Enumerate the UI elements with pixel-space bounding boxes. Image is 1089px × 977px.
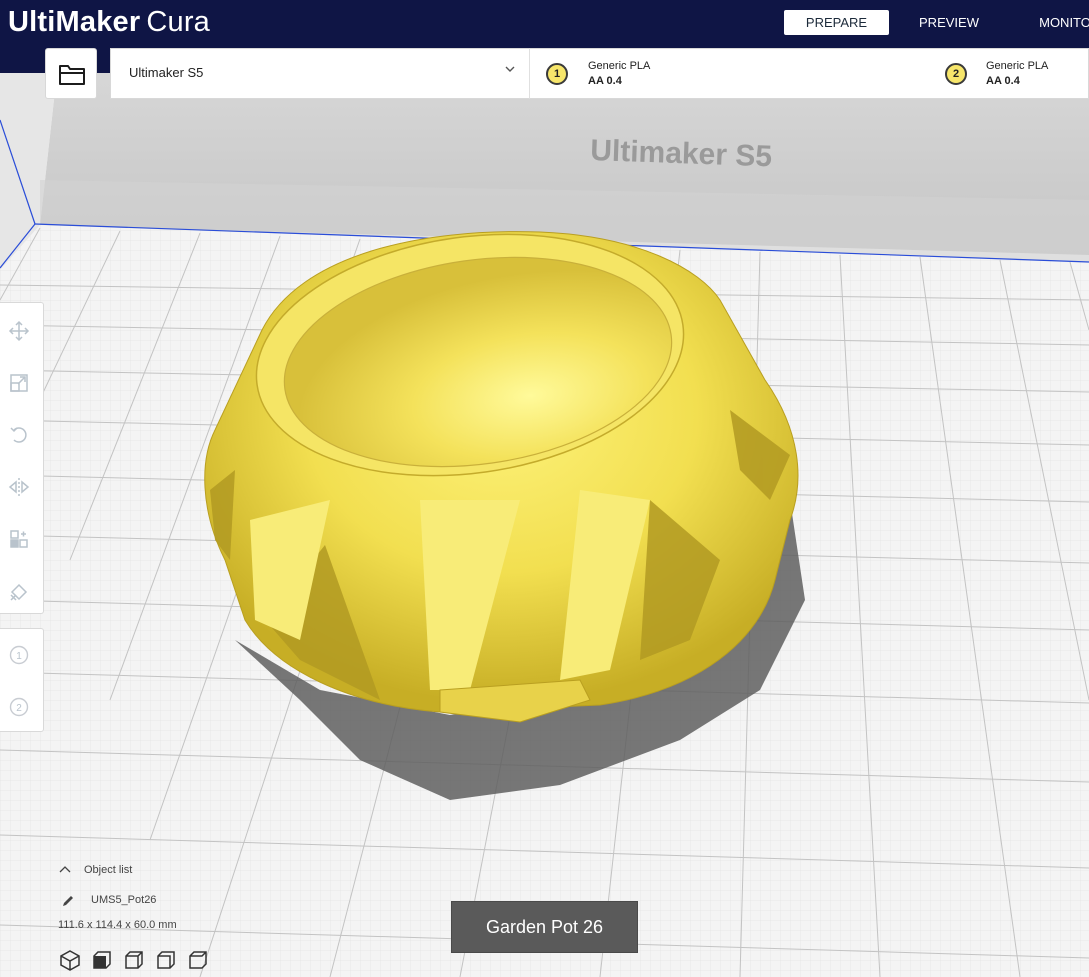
chevron-down-icon [505, 66, 515, 72]
top-view-icon[interactable] [122, 948, 146, 972]
svg-text:2: 2 [16, 703, 22, 714]
printer-bed-label: Ultimaker S5 [590, 134, 773, 173]
svg-text:1: 1 [16, 651, 22, 662]
extruder-2-tool[interactable]: 2 [8, 696, 30, 718]
front-view-icon[interactable] [90, 948, 114, 972]
right-view-icon[interactable] [186, 948, 210, 972]
left-view-icon[interactable] [154, 948, 178, 972]
extruder-2-core: AA 0.4 [986, 75, 1020, 87]
tab-prepare[interactable]: PREPARE [784, 10, 889, 35]
per-model-settings-icon[interactable] [8, 528, 30, 550]
header-bar: UltiMaker Cura PREPARE PREVIEW MONITO [0, 0, 1089, 46]
object-list-toggle[interactable]: Object list [58, 862, 228, 880]
extruder-1-tool[interactable]: 1 [8, 644, 30, 666]
brand-product: Cura [146, 6, 211, 38]
tab-monitor[interactable]: MONITO [1030, 10, 1089, 35]
mirror-icon[interactable] [8, 476, 30, 498]
tool-panel [0, 302, 44, 614]
move-icon[interactable] [8, 320, 30, 342]
extruder-1-material: Generic PLA [588, 60, 651, 72]
tab-preview[interactable]: PREVIEW [908, 10, 990, 35]
object-dimensions: 111.6 x 114.4 x 60.0 mm [58, 919, 177, 931]
object-name: UMS5_Pot26 [91, 894, 157, 906]
model-name-tooltip: Garden Pot 26 [451, 901, 638, 953]
build-plate-scene: Ultimaker S5 [0, 46, 1089, 977]
support-blocker-icon[interactable] [8, 580, 30, 602]
view-orientation-bar [58, 948, 218, 974]
printer-name: Ultimaker S5 [129, 65, 204, 80]
extruder-1-core: AA 0.4 [588, 75, 622, 87]
extruder-configuration[interactable]: 1 Generic PLA AA 0.4 2 Generic PLA AA 0.… [529, 48, 1089, 99]
extruder-2-material: Generic PLA [986, 60, 1049, 72]
extruder-1-badge: 1 [546, 63, 568, 85]
folder-icon [59, 65, 85, 85]
extruder-tool-panel: 1 2 [0, 628, 44, 732]
scale-icon[interactable] [8, 372, 30, 394]
chevron-up-icon [59, 866, 71, 873]
3d-viewport[interactable]: Ultimaker S5 [0, 46, 1089, 977]
object-name-row[interactable]: UMS5_Pot26 [58, 892, 258, 910]
app-logo: UltiMaker Cura [8, 4, 210, 40]
3d-view-icon[interactable] [58, 948, 82, 972]
brand-name: UltiMaker [8, 6, 141, 38]
rotate-icon[interactable] [8, 424, 30, 446]
pencil-icon [63, 896, 73, 906]
object-list-label: Object list [84, 864, 133, 876]
printer-selector[interactable]: Ultimaker S5 [110, 48, 530, 99]
open-file-button[interactable] [45, 48, 97, 99]
extruder-2-badge: 2 [945, 63, 967, 85]
